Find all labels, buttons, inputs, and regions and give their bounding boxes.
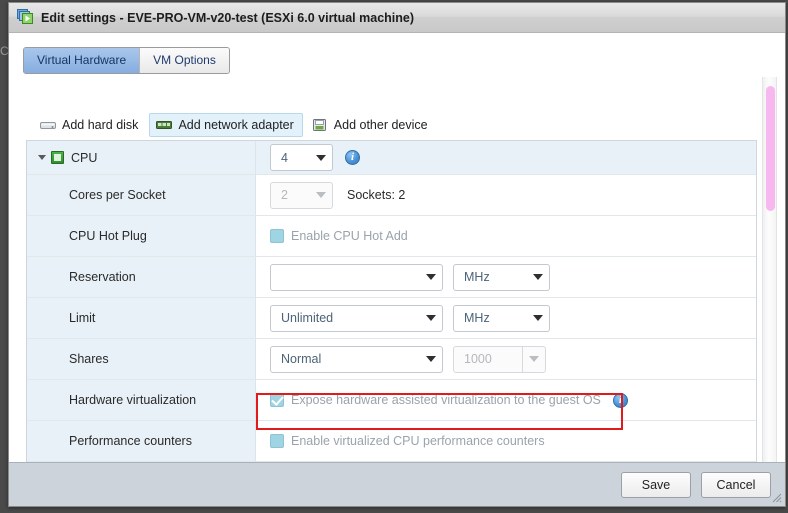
row-label: Cores per Socket — [27, 175, 256, 215]
row-value: Enable CPU Hot Add — [256, 216, 756, 256]
settings-group-row-cpu: CPU 4 — [27, 141, 756, 175]
tab-strip: Virtual Hardware VM Options — [23, 47, 230, 74]
settings-row-limit: Limit Unlimited MHz — [27, 298, 756, 339]
settings-row-performance-counters: Performance counters Enable virtualized … — [27, 421, 756, 462]
add-hard-disk-label: Add hard disk — [62, 118, 139, 132]
cores-per-socket-select[interactable]: 2 — [270, 181, 333, 209]
limit-select[interactable]: Unlimited — [270, 304, 443, 332]
resize-grip[interactable] — [771, 492, 782, 503]
expose-hv-label: Expose hardware assisted virtualization … — [291, 393, 601, 407]
dialog-title: Edit settings - EVE-PRO-VM-v20-test (ESX… — [41, 10, 415, 25]
limit-unit-value: MHz — [464, 311, 490, 325]
cpu-hot-add-checkbox-row[interactable]: Enable CPU Hot Add — [270, 229, 408, 243]
other-device-icon — [312, 118, 328, 132]
group-label-cell: CPU — [27, 141, 256, 174]
row-value: Normal 1000 — [256, 339, 756, 379]
row-label: Reservation — [27, 257, 256, 297]
expose-hv-checkbox[interactable] — [270, 393, 284, 407]
reservation-select[interactable] — [270, 263, 443, 291]
row-label: CPU Hot Plug — [27, 216, 256, 256]
dialog-title-bar[interactable]: Edit settings - EVE-PRO-VM-v20-test (ESX… — [9, 3, 785, 33]
cpu-hot-add-label: Enable CPU Hot Add — [291, 229, 408, 243]
row-value: Enable virtualized CPU performance count… — [256, 421, 756, 461]
expose-hv-checkbox-row[interactable]: Expose hardware assisted virtualization … — [270, 392, 628, 408]
add-other-device-button[interactable]: Add other device — [305, 113, 437, 137]
vertical-scrollbar[interactable] — [762, 77, 777, 462]
hard-disk-icon — [40, 118, 56, 132]
shares-level-select[interactable]: Normal — [270, 345, 443, 373]
limit-unit-select[interactable]: MHz — [453, 304, 550, 332]
perf-counters-checkbox-row[interactable]: Enable virtualized CPU performance count… — [270, 434, 545, 448]
row-label: Performance counters — [27, 421, 256, 461]
add-network-adapter-label: Add network adapter — [178, 118, 294, 132]
row-label: Hardware virtualization — [27, 380, 256, 420]
chevron-down-icon — [310, 155, 332, 161]
settings-row-reservation: Reservation MHz — [27, 257, 756, 298]
cores-per-socket-value: 2 — [281, 188, 288, 202]
settings-table: CPU 4 Cores per Socket 2 — [26, 140, 757, 462]
sockets-note: Sockets: 2 — [347, 188, 406, 202]
cpu-info-icon[interactable] — [345, 150, 360, 165]
group-name-cpu: CPU — [71, 150, 98, 165]
tab-virtual-hardware[interactable]: Virtual Hardware — [24, 48, 141, 73]
chevron-down-icon — [420, 315, 442, 321]
edit-settings-dialog: Edit settings - EVE-PRO-VM-v20-test (ESX… — [8, 2, 786, 507]
row-value: Expose hardware assisted virtualization … — [256, 380, 756, 420]
network-adapter-icon — [156, 118, 173, 132]
add-other-device-label: Add other device — [333, 118, 428, 132]
perf-counters-label: Enable virtualized CPU performance count… — [291, 434, 545, 448]
row-label: Shares — [27, 339, 256, 379]
shares-amount-stepper[interactable]: 1000 — [453, 345, 546, 373]
reservation-unit-value: MHz — [464, 270, 490, 284]
chevron-down-icon — [420, 274, 442, 280]
add-network-adapter-button[interactable]: Add network adapter — [149, 113, 303, 137]
cpu-icon — [51, 151, 64, 164]
chevron-down-icon — [527, 315, 549, 321]
settings-row-cores-per-socket: Cores per Socket 2 Sockets: 2 — [27, 175, 756, 216]
device-toolbar: Add hard disk Add network adapter Add ot… — [33, 113, 437, 137]
group-value-cell: 4 — [256, 141, 756, 174]
cpu-count-value: 4 — [281, 150, 288, 165]
dialog-footer: Save Cancel — [9, 462, 785, 506]
virtual-machine-icon — [17, 9, 34, 26]
vertical-scrollbar-thumb[interactable] — [766, 86, 775, 211]
add-hard-disk-button[interactable]: Add hard disk — [33, 113, 147, 137]
shares-amount-value: 1000 — [464, 352, 492, 366]
cpu-hot-add-checkbox[interactable] — [270, 229, 284, 243]
settings-row-cpu-hot-plug: CPU Hot Plug Enable CPU Hot Add — [27, 216, 756, 257]
cpu-count-select[interactable]: 4 — [270, 144, 333, 171]
limit-value: Unlimited — [281, 311, 334, 325]
cancel-button[interactable]: Cancel — [701, 471, 771, 498]
perf-counters-checkbox[interactable] — [270, 434, 284, 448]
settings-row-hardware-virtualization: Hardware virtualization Expose hardware … — [27, 380, 756, 421]
chevron-down-icon — [527, 274, 549, 280]
chevron-down-icon[interactable] — [35, 151, 48, 164]
reservation-unit-select[interactable]: MHz — [453, 263, 550, 291]
row-value: MHz — [256, 257, 756, 297]
shares-level-value: Normal — [281, 352, 322, 366]
hardware-virtualization-info-icon[interactable] — [612, 392, 628, 408]
row-value: Unlimited MHz — [256, 298, 756, 338]
settings-row-shares: Shares Normal 1000 — [27, 339, 756, 380]
dialog-body: Virtual Hardware VM Options Add hard dis… — [9, 33, 785, 462]
chevron-down-icon — [522, 346, 545, 372]
tab-vm-options[interactable]: VM Options — [140, 48, 229, 73]
chevron-down-icon — [420, 356, 442, 362]
row-value: 2 Sockets: 2 — [256, 175, 756, 215]
row-label: Limit — [27, 298, 256, 338]
save-button[interactable]: Save — [621, 471, 691, 498]
chevron-down-icon — [310, 192, 332, 198]
